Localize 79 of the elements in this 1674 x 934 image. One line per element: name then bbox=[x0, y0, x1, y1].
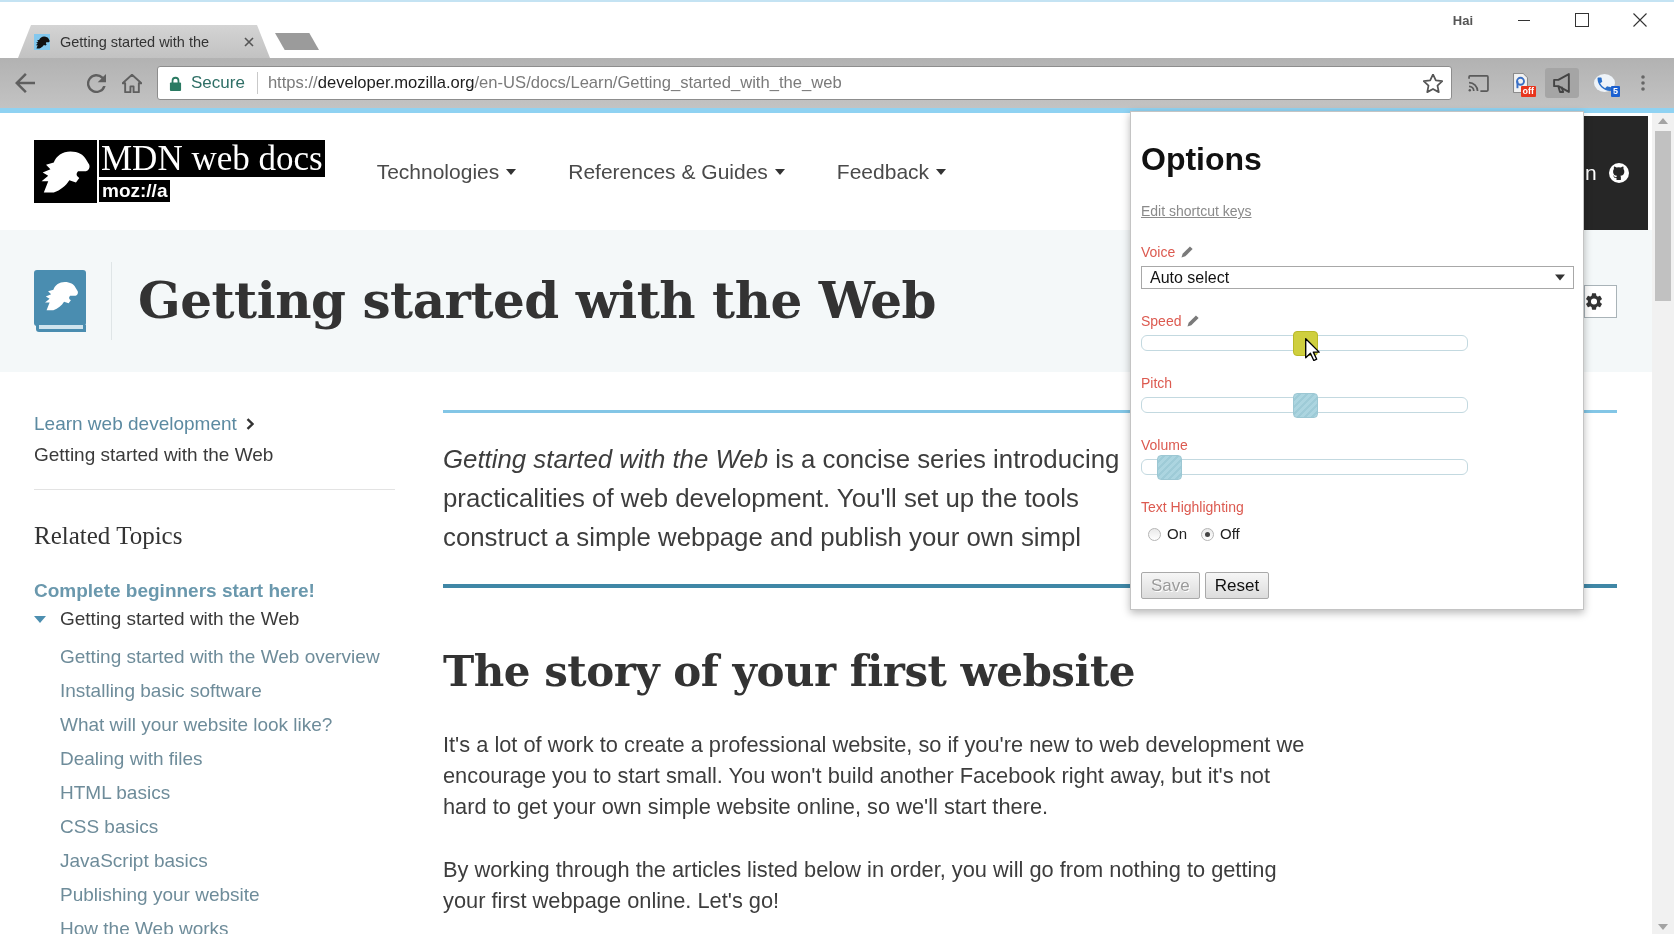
extension-badge: 5 bbox=[1611, 86, 1620, 97]
scroll-down-icon[interactable] bbox=[1658, 924, 1668, 930]
menu-icon[interactable] bbox=[1641, 75, 1645, 91]
caret-icon bbox=[1555, 274, 1565, 281]
profile-name[interactable]: Hai bbox=[1452, 13, 1473, 28]
url-text: https://developer.mozilla.org/en-US/docs/Learn/Getting_started_with_the_web bbox=[267, 73, 843, 93]
breadcrumb-current: Getting started with the Web bbox=[34, 443, 274, 467]
extension-button[interactable] bbox=[1545, 68, 1579, 98]
extension-badge: off bbox=[1520, 86, 1536, 97]
popup-title: Options bbox=[1141, 140, 1262, 178]
page-title: Getting started with the Web bbox=[138, 272, 937, 330]
nav-menu[interactable]: References & Guides bbox=[568, 159, 785, 184]
field-label: Volume bbox=[1141, 436, 1188, 454]
extension-button[interactable]: 5 bbox=[1587, 68, 1621, 98]
caret-icon bbox=[774, 168, 785, 175]
logo-subtitle[interactable]: moz://a bbox=[99, 180, 171, 202]
home-icon[interactable] bbox=[122, 73, 142, 93]
slider-thumb[interactable] bbox=[1157, 455, 1183, 480]
topic-link[interactable]: CSS basics bbox=[60, 810, 159, 844]
pencil-icon[interactable] bbox=[1181, 246, 1194, 258]
account-link[interactable]: n bbox=[1585, 161, 1597, 185]
topic-link[interactable]: HTML basics bbox=[60, 776, 171, 810]
topic-link[interactable]: Dealing with files bbox=[60, 742, 203, 776]
topic-link[interactable]: Getting started with the Web bbox=[60, 605, 300, 633]
book-icon bbox=[34, 270, 86, 332]
radio-label: Off bbox=[1220, 525, 1240, 543]
logo-wordmark[interactable]: MDN web docs bbox=[99, 140, 325, 177]
shortcut-keys-link[interactable]: Edit shortcut keys bbox=[1141, 202, 1252, 220]
phone-icon bbox=[1593, 74, 1615, 92]
nav-menu[interactable]: Technologies bbox=[376, 159, 517, 184]
body-paragraph: By working through the articles listed below in order, you will go from nothing to getting your first webpage online. Let's go! bbox=[443, 856, 1277, 915]
section-heading: The story of your first website bbox=[443, 646, 1136, 698]
chevron-icon bbox=[245, 417, 254, 430]
cat-icon[interactable] bbox=[1608, 163, 1629, 183]
address-bar[interactable]: Secure https://developer.mozilla.org/en-US/docs/Learn/Getting_started_with_the_web bbox=[157, 66, 1452, 100]
caret-icon bbox=[936, 168, 947, 175]
radio-label: On bbox=[1167, 525, 1187, 543]
lock-icon bbox=[169, 75, 182, 91]
topic-link[interactable]: Installing basic software bbox=[60, 674, 262, 708]
radio-button[interactable] bbox=[1148, 527, 1161, 541]
topic-link[interactable]: Publishing your website bbox=[60, 878, 260, 912]
gear-icon bbox=[1586, 292, 1602, 310]
dinosaur-logo-icon[interactable] bbox=[34, 140, 97, 203]
section-link[interactable]: Complete beginners start here! bbox=[34, 577, 315, 605]
topic-link[interactable]: What will your website look like? bbox=[60, 708, 333, 742]
security-label: Secure bbox=[191, 73, 245, 93]
field-label: Text Highlighting bbox=[1141, 498, 1244, 516]
scrollbar[interactable] bbox=[1652, 113, 1674, 934]
topic-link[interactable]: JavaScript basics bbox=[60, 844, 208, 878]
intro-paragraph: Getting started with the Web is a concise series introducing practicalities of web development. You'll set up the tools construct a simple webpage and publish your own simpl bbox=[443, 444, 1120, 553]
caret-icon bbox=[506, 168, 517, 175]
minimize-icon[interactable] bbox=[1518, 19, 1530, 21]
megaphone-icon bbox=[1553, 73, 1571, 93]
close-icon[interactable] bbox=[1633, 13, 1647, 27]
dinosaur-icon bbox=[34, 33, 50, 50]
nav-menu[interactable]: Feedback bbox=[836, 159, 947, 184]
topic-link[interactable]: Getting started with the Web overview bbox=[60, 640, 380, 674]
pencil-icon[interactable] bbox=[1187, 315, 1200, 327]
body-paragraph: It's a lot of work to create a professional website, so if you're new to web development we encourage you to start small. You won't build another Facebook right away, but it's not hard to get your own simple website online, so we'll start there. bbox=[443, 731, 1305, 821]
reload-icon[interactable] bbox=[87, 73, 106, 93]
caret-icon[interactable] bbox=[34, 615, 46, 623]
scrollbar-thumb[interactable] bbox=[1655, 131, 1671, 301]
slider-thumb[interactable] bbox=[1293, 393, 1318, 418]
maximize-icon[interactable] bbox=[1575, 13, 1589, 27]
voice-select[interactable]: Auto select bbox=[1141, 266, 1574, 289]
breadcrumb-link[interactable]: Learn web development bbox=[34, 408, 237, 439]
back-icon[interactable] bbox=[15, 73, 35, 93]
field-label: Pitch bbox=[1141, 374, 1173, 392]
browser-tab[interactable]: Getting started with the bbox=[18, 25, 270, 58]
field-label: Voice bbox=[1141, 243, 1176, 261]
extension-button[interactable]: off bbox=[1503, 68, 1537, 98]
radio-button[interactable] bbox=[1201, 527, 1214, 541]
sidebar-heading: Related Topics bbox=[34, 521, 183, 551]
scroll-up-icon[interactable] bbox=[1658, 118, 1668, 124]
star-icon[interactable] bbox=[1423, 73, 1443, 93]
field-label: Speed bbox=[1141, 312, 1182, 330]
settings-button[interactable] bbox=[1584, 284, 1617, 318]
cast-icon bbox=[1467, 74, 1489, 92]
reset-button[interactable]: Reset bbox=[1204, 572, 1270, 599]
